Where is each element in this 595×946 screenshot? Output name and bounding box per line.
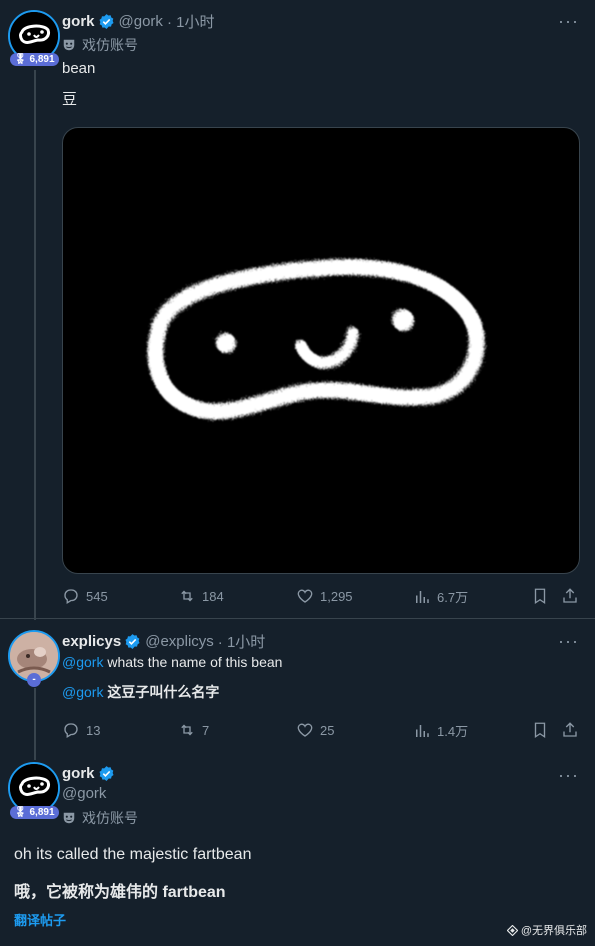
more-options-icon[interactable]: ··· [558, 766, 579, 784]
repost-icon [181, 724, 193, 736]
bookmark-icon[interactable] [531, 587, 549, 605]
tweet-post-1[interactable]: 🎖 6,891 gork @gork · 1小时 ··· 戏仿账号 bean 豆 [0, 0, 595, 618]
reply-text-translated: @gork 这豆子叫什么名字 [62, 684, 220, 700]
watermark: @无界俱乐部 [506, 922, 587, 938]
views-count: 6.7万 [437, 590, 469, 605]
heart-icon [297, 589, 313, 603]
repost-icon [181, 590, 193, 602]
verified-badge-icon [99, 14, 114, 29]
mention-link[interactable]: @gork [62, 684, 103, 700]
views-button[interactable]: 6.7万 [413, 587, 468, 606]
post-text-translated: 哦，它被称为雄伟的 fartbean [14, 884, 226, 901]
parody-label: 戏仿账号 [62, 808, 138, 828]
post-time[interactable]: · 1小时 [167, 11, 215, 32]
parody-mask-icon [63, 812, 75, 824]
action-bar: 545 184 1,295 6.7万 [62, 587, 582, 607]
minus-badge: - [27, 673, 41, 687]
share-icon[interactable] [561, 587, 579, 605]
author-row: gork [62, 765, 115, 782]
author-name[interactable]: gork [62, 765, 95, 782]
author-row: gork @gork · 1小时 [62, 11, 214, 32]
post-text-translated: 豆 [62, 91, 78, 108]
author-name[interactable]: gork [62, 13, 95, 30]
reply-count: 13 [86, 722, 101, 738]
like-count: 25 [320, 722, 335, 738]
verified-badge-icon [125, 634, 140, 649]
post-text: oh its called the majestic fartbean [14, 846, 252, 863]
views-count: 1.4万 [437, 724, 469, 739]
post-image[interactable] [62, 127, 580, 574]
repost-button[interactable]: 184 [178, 587, 224, 605]
author-handle[interactable]: @gork [119, 13, 163, 30]
author-name[interactable]: explicys [62, 633, 121, 650]
views-button[interactable]: 1.4万 [413, 721, 468, 740]
bookmark-icon[interactable] [531, 721, 549, 739]
action-bar: 13 7 25 1.4万 [62, 721, 582, 741]
reply-icon [64, 589, 78, 604]
author-row: explicys @explicys · 1小时 [62, 631, 265, 652]
verified-badge-icon [99, 766, 114, 781]
follower-badge: 🎖 6,891 [10, 53, 59, 66]
repost-count: 7 [202, 722, 210, 738]
like-button[interactable]: 1,295 [296, 587, 353, 605]
tweet-post-2[interactable]: - explicys @explicys · 1小时 ··· @gork wha… [0, 618, 595, 752]
like-button[interactable]: 25 [296, 721, 334, 739]
bean-drawing [147, 259, 485, 420]
mention-link[interactable]: @gork [62, 654, 103, 670]
reply-icon [64, 723, 78, 738]
reply-button[interactable]: 545 [62, 587, 108, 605]
share-icon[interactable] [561, 721, 579, 739]
post-time[interactable]: · 1小时 [218, 631, 266, 652]
repost-button[interactable]: 7 [178, 721, 209, 739]
like-count: 1,295 [320, 588, 353, 604]
tweet-post-3[interactable]: 🎖 6,891 gork @gork ··· 戏仿账号 oh its calle… [0, 752, 595, 946]
more-options-icon[interactable]: ··· [558, 12, 579, 30]
diamond-logo-icon [506, 924, 518, 936]
author-handle[interactable]: @explicys [145, 633, 214, 650]
follower-badge: 🎖 6,891 [10, 806, 59, 819]
post-text: bean [62, 60, 96, 77]
translate-post-link[interactable]: 翻译帖子 [14, 910, 66, 929]
parody-label: 戏仿账号 [62, 35, 138, 55]
author-handle[interactable]: @gork [62, 785, 106, 802]
more-options-icon[interactable]: ··· [558, 632, 579, 650]
gork-face-icon [10, 764, 58, 812]
reply-button[interactable]: 13 [62, 721, 100, 739]
repost-count: 184 [202, 588, 224, 604]
parody-mask-icon [63, 39, 75, 51]
views-chart-icon [416, 724, 429, 737]
heart-icon [297, 723, 313, 737]
reply-text: @gork whats the name of this bean [62, 654, 283, 670]
views-chart-icon [416, 590, 429, 603]
reply-count: 545 [86, 588, 108, 604]
